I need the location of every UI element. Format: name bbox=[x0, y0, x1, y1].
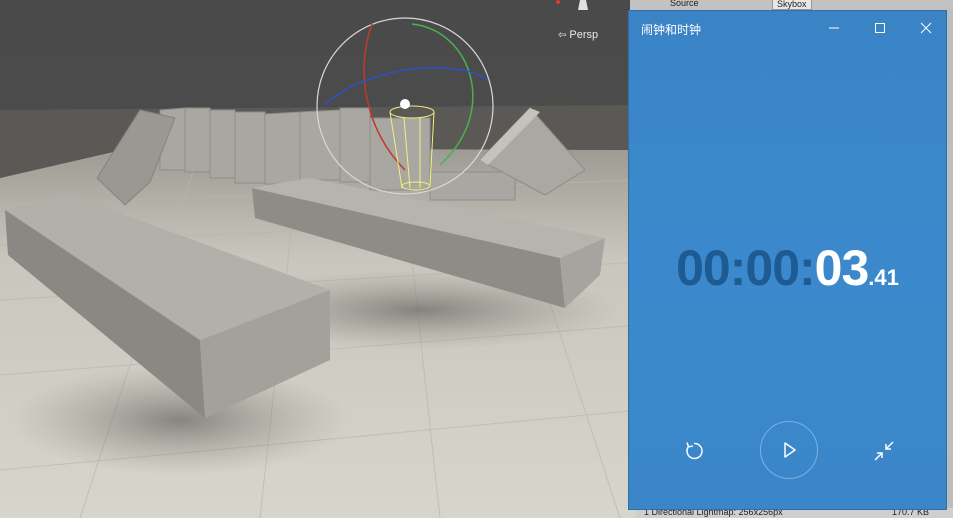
time-seconds: 03 bbox=[814, 240, 870, 296]
reset-button[interactable] bbox=[674, 431, 714, 471]
inspector-edge bbox=[947, 10, 953, 518]
time-dim-part: 00:00: bbox=[676, 240, 816, 296]
reset-icon bbox=[686, 442, 703, 460]
compact-overlay-icon bbox=[874, 441, 894, 461]
source-dropdown[interactable]: Skybox bbox=[772, 0, 812, 10]
play-button[interactable] bbox=[760, 421, 818, 479]
title-bar[interactable]: 闹钟和时钟 bbox=[629, 11, 946, 45]
close-button[interactable] bbox=[903, 11, 949, 45]
stopwatch-time: 00:00:03.41 bbox=[629, 239, 946, 297]
source-label: Source bbox=[670, 0, 699, 8]
inspector-strip: Source Skybox bbox=[630, 0, 953, 10]
view-mode-label[interactable]: ⇦ Persp bbox=[558, 29, 598, 41]
maximize-button[interactable] bbox=[857, 11, 903, 45]
persp-text: Persp bbox=[569, 29, 599, 41]
minimize-button[interactable] bbox=[811, 11, 857, 45]
time-hundredths: .41 bbox=[868, 265, 899, 290]
minimize-icon bbox=[829, 27, 839, 29]
perspective-arrow-icon: ⇦ bbox=[558, 29, 567, 41]
compact-overlay-button[interactable] bbox=[864, 431, 904, 471]
play-icon bbox=[784, 442, 796, 458]
clock-app-window: 闹钟和时钟 00:00:03.41 bbox=[628, 10, 947, 510]
maximize-icon bbox=[875, 23, 885, 33]
app-title: 闹钟和时钟 bbox=[641, 23, 702, 37]
close-icon bbox=[920, 22, 932, 34]
